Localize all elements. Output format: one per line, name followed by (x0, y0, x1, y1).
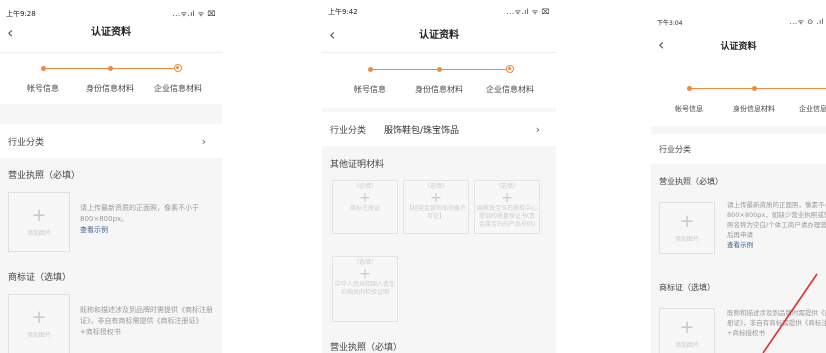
nav-bar: ‹ 认证资料 (0, 22, 222, 52)
step-label-account: 帐号信息 (27, 84, 59, 93)
status-bar: 上午9:28 ...ᯤ.ıl ᯤ ⌧ (0, 0, 222, 22)
license-description: 请上传最新资质的正面照，像素不小于 800×800px。 查看示例 (80, 203, 215, 236)
page-title: 认证资料 (419, 30, 459, 41)
progress-steps: 帐号信息 身份信息材料 企业信息材料 (322, 52, 556, 108)
step-label-identity: 身份信息材料 (415, 85, 463, 94)
nav-bar: ‹ 认证资料 (651, 30, 826, 80)
step-label-identity: 身份信息材料 (733, 105, 775, 113)
status-bar: 上午9:42 ...ᯤ.ıl ᯤ ⌧ (322, 0, 556, 20)
license-section-label: 营业执照（必填） (8, 171, 81, 181)
header: 下午3:04 ...ᯤ ⊙ .ıl ‹ 认证资料 (651, 0, 826, 80)
tile-text: 【经营金银饰品须备许可证】 (406, 205, 467, 220)
step-label-enterprise: 企业信息 (799, 105, 826, 113)
material-tile-trademark[interactable]: （必填） + 商标注册证 (332, 180, 398, 234)
plus-icon: + (359, 190, 371, 206)
nav-bar: ‹ 认证资料 (322, 20, 556, 52)
step-dot-3 (174, 64, 182, 72)
plus-icon: + (430, 190, 442, 206)
progress-line (689, 88, 826, 89)
industry-row[interactable]: 行业分类 服饰鞋包/珠宝饰品 › (322, 112, 556, 146)
upload-text: 添加图片 (674, 236, 699, 243)
tile-text: 国家珠宝玉石质检中心提供的质量保证书(贵金属宝石的产品号码) (477, 205, 538, 228)
industry-value: 服饰鞋包/珠宝饰品 (384, 125, 460, 136)
industry-label: 行业分类 (330, 125, 367, 136)
arrow-line (762, 273, 818, 353)
step-dot-1 (41, 66, 46, 71)
status-time: 上午9:28 (6, 10, 36, 18)
material-tile-gold-license[interactable]: （选填） + 【经营金银饰品须备许可证】 (403, 180, 469, 234)
license-section-label: 营业执照（必填） (659, 177, 723, 186)
trademark-section-label: 商标证（选填） (8, 273, 72, 283)
step-label-account: 帐号信息 (354, 85, 386, 94)
screen-3: 下午3:04 ...ᯤ ⊙ .ıl ‹ 认证资料 帐号信息 身份信息材料 企业信… (651, 0, 826, 353)
progress-steps: 帐号信息 身份信息材料 企业信息 (651, 80, 826, 126)
status-icons: ...ᯤ.ıl ᯤ ⌧ (172, 9, 216, 18)
tile-text: 中华人民共和国人造宝石相关的检验证明 (335, 281, 396, 296)
header: 上午9:42 ...ᯤ.ıl ᯤ ⌧ ‹ 认证资料 (322, 0, 556, 52)
step-label-enterprise: 企业信息材料 (486, 85, 534, 94)
license-upload[interactable]: + 添加图片 (8, 192, 70, 252)
page-title: 认证资料 (91, 27, 131, 38)
step-dot-2 (752, 86, 757, 91)
back-icon[interactable]: ‹ (329, 20, 335, 50)
red-arrow-annotation (762, 273, 818, 353)
status-bar: 下午3:04 ...ᯤ ⊙ .ıl (651, 0, 826, 30)
header: 上午9:28 ...ᯤ.ıl ᯤ ⌧ ‹ 认证资料 (0, 0, 222, 52)
view-example-link[interactable]: 查看示例 (727, 240, 826, 250)
step-dot-3 (506, 65, 514, 73)
status-icons: ...ᯤ ⊙ .ıl (789, 17, 824, 26)
back-icon[interactable]: ‹ (658, 30, 664, 60)
progress-steps: 帐号信息 身份信息材料 企业信息材料 (0, 52, 222, 104)
license-upload[interactable]: + 添加图片 (659, 202, 715, 254)
trademark-upload[interactable]: + 添加图片 (8, 294, 70, 353)
trademark-upload[interactable]: + 添加图片 (659, 308, 715, 353)
plus-icon: + (501, 190, 513, 206)
material-tile-synthetic-gem[interactable]: （选填） + 中华人民共和国人造宝石相关的检验证明 (332, 256, 398, 322)
back-icon[interactable]: ‹ (7, 22, 13, 44)
trademark-section-label: 商标证（选填） (659, 283, 715, 292)
industry-row[interactable]: 行业分类 (651, 134, 826, 164)
upload-text: 添加图片 (26, 230, 51, 237)
industry-label: 行业分类 (8, 137, 45, 148)
step-label-identity: 身份信息材料 (86, 84, 134, 93)
chevron-right-icon: › (535, 122, 540, 136)
other-materials-label: 其他证明材料 (330, 160, 385, 170)
license-description: 请上传最新资质的正面照，像素不小于 800×800px，如缺少营业执照或营业执照… (727, 200, 826, 262)
status-time: 下午3:04 (657, 19, 683, 27)
plus-icon: + (31, 307, 47, 328)
step-label-account: 帐号信息 (675, 105, 703, 113)
material-tile-quality-cert[interactable]: （选填） + 国家珠宝玉石质检中心提供的质量保证书(贵金属宝石的产品号码) (474, 180, 540, 234)
trademark-description: 既称和描述涉及到品牌时需提供《商标注册证》，非自有商标需提供《商标注册证》+商标… (80, 306, 213, 336)
plus-icon: + (679, 317, 695, 338)
page-title: 认证资料 (720, 42, 757, 52)
step-dot-2 (108, 66, 113, 71)
view-example-link[interactable]: 查看示例 (80, 225, 215, 236)
status-icons: ...ᯤ.ıl ᯤ ⌧ (506, 7, 550, 16)
status-time: 上午9:42 (328, 8, 358, 16)
license-section-label: 营业执照（必填） (330, 343, 403, 353)
industry-label: 行业分类 (659, 144, 691, 154)
plus-icon: + (31, 205, 47, 226)
license-desc-text: 请上传最新资质的正面照，像素不小于 800×800px。 (80, 204, 199, 223)
tile-text: 商标注册证 (349, 205, 380, 212)
plus-icon: + (679, 211, 695, 232)
license-desc-text: 请上传最新资质的正面照，像素不小于 800×800px，如缺少营业执照或营业执照… (727, 201, 826, 239)
industry-row[interactable]: 行业分类 › (0, 124, 222, 158)
step-dot-1 (368, 67, 373, 72)
screen-1: 上午9:28 ...ᯤ.ıl ᯤ ⌧ ‹ 认证资料 帐号信息 身份信息材料 企业… (0, 0, 222, 353)
step-dot-1 (687, 86, 692, 91)
chevron-right-icon: › (201, 134, 206, 148)
screen-2: 上午9:42 ...ᯤ.ıl ᯤ ⌧ ‹ 认证资料 帐号信息 身份信息材料 企业… (322, 0, 556, 353)
step-label-enterprise: 企业信息材料 (154, 84, 202, 93)
upload-text: 添加图片 (26, 332, 51, 339)
upload-text: 添加图片 (674, 342, 699, 349)
step-dot-2 (437, 67, 442, 72)
plus-icon: + (359, 266, 371, 282)
